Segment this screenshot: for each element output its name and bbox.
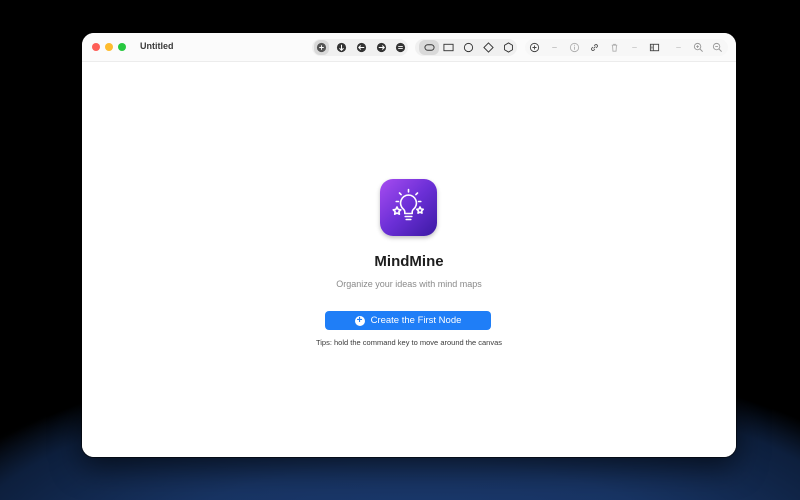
app-subtitle: Organize your ideas with mind maps	[336, 279, 482, 289]
zoom-window-button[interactable]	[118, 43, 126, 51]
zoom-in-icon[interactable]	[693, 42, 704, 53]
app-name-heading: MindMine	[374, 253, 444, 270]
arrow-down-icon[interactable]	[336, 42, 347, 53]
plus-circle-icon: +	[354, 315, 365, 326]
rectangle-shape-icon[interactable]	[443, 42, 454, 53]
sidebar-icon[interactable]	[649, 42, 660, 53]
app-icon	[380, 179, 437, 236]
rounded-rect-shape-icon[interactable]	[419, 40, 439, 55]
title-bar: Untitled	[82, 33, 736, 62]
diamond-shape-icon[interactable]	[483, 42, 494, 53]
toolbar-shapes-group	[415, 39, 517, 56]
circle-shape-icon[interactable]	[463, 42, 474, 53]
link-icon[interactable]	[589, 42, 600, 53]
window-title: Untitled	[140, 41, 174, 51]
arrow-left-icon[interactable]	[356, 42, 367, 53]
close-window-button[interactable]	[92, 43, 100, 51]
create-first-node-label: Create the First Node	[370, 315, 462, 326]
info-icon[interactable]	[569, 42, 580, 53]
toolbar-actions-group	[525, 39, 728, 56]
minus-icon[interactable]	[549, 42, 560, 53]
swap-icon[interactable]	[395, 42, 406, 53]
create-first-node-button[interactable]: + Create the First Node	[325, 311, 491, 330]
zoom-out-icon[interactable]	[712, 42, 723, 53]
tips-text: Tips: hold the command key to move aroun…	[315, 338, 503, 347]
toolbar-navigation-group	[312, 39, 408, 56]
separator-icon	[629, 42, 640, 53]
add-icon[interactable]	[529, 42, 540, 53]
collapse-icon[interactable]	[314, 40, 329, 55]
trash-icon[interactable]	[609, 42, 620, 53]
arrow-right-icon[interactable]	[376, 42, 387, 53]
minus-icon	[673, 42, 684, 53]
app-window: Untitled MindMine Organize your ideas wi…	[82, 33, 736, 457]
lightbulb-icon	[392, 188, 424, 221]
hexagon-shape-icon[interactable]	[503, 42, 514, 53]
minimize-window-button[interactable]	[105, 43, 113, 51]
